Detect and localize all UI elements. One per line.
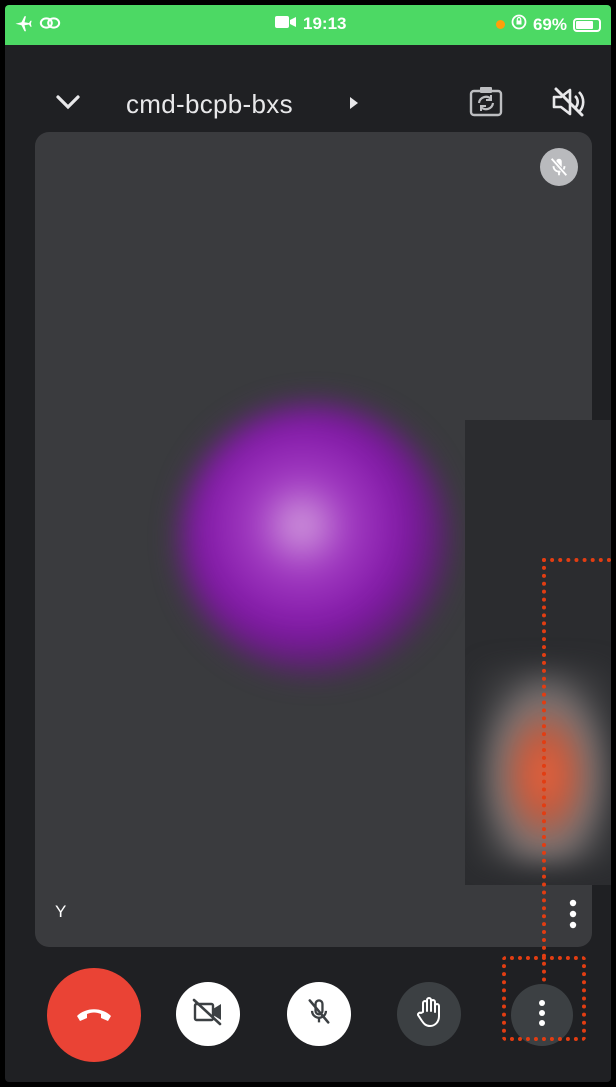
participant-name: Y [55,902,67,921]
mic-toggle-button[interactable] [287,982,351,1046]
phone-hangup-icon [74,1003,114,1028]
camera-off-icon [191,997,225,1032]
privacy-indicator-dot [495,20,505,29]
status-center: 19:13 [275,14,346,34]
chevron-down-icon[interactable] [53,87,83,122]
battery-icon [573,17,601,32]
mic-off-icon [305,997,333,1032]
airplane-icon [13,14,33,37]
meeting-top-bar: cmd-bcpb-bxs [5,65,611,135]
status-right: 69% [495,14,601,35]
battery-percentage: 69% [532,14,567,34]
hand-icon [415,996,443,1033]
participant-video-blur [180,404,450,674]
video-recording-icon [275,14,297,34]
annotation-highlight-line [542,558,611,990]
annotation-highlight-box [502,956,586,1041]
end-call-button[interactable] [47,968,141,1062]
caret-right-icon[interactable] [348,96,360,115]
camera-toggle-button[interactable] [176,982,240,1046]
raise-hand-button[interactable] [397,982,461,1046]
meeting-code[interactable]: cmd-bcpb-bxs [126,89,293,120]
link-icon [39,15,61,36]
meet-screen: 19:13 69% cmd-bcpb-bxs Y [5,5,611,1082]
speaker-muted-icon[interactable] [550,85,586,124]
mic-off-icon [540,148,578,186]
status-time: 19:13 [303,14,347,33]
status-left [13,14,61,37]
status-bar: 19:13 69% [5,5,611,45]
camera-flip-icon[interactable] [468,85,504,124]
orientation-lock-icon [511,14,527,35]
